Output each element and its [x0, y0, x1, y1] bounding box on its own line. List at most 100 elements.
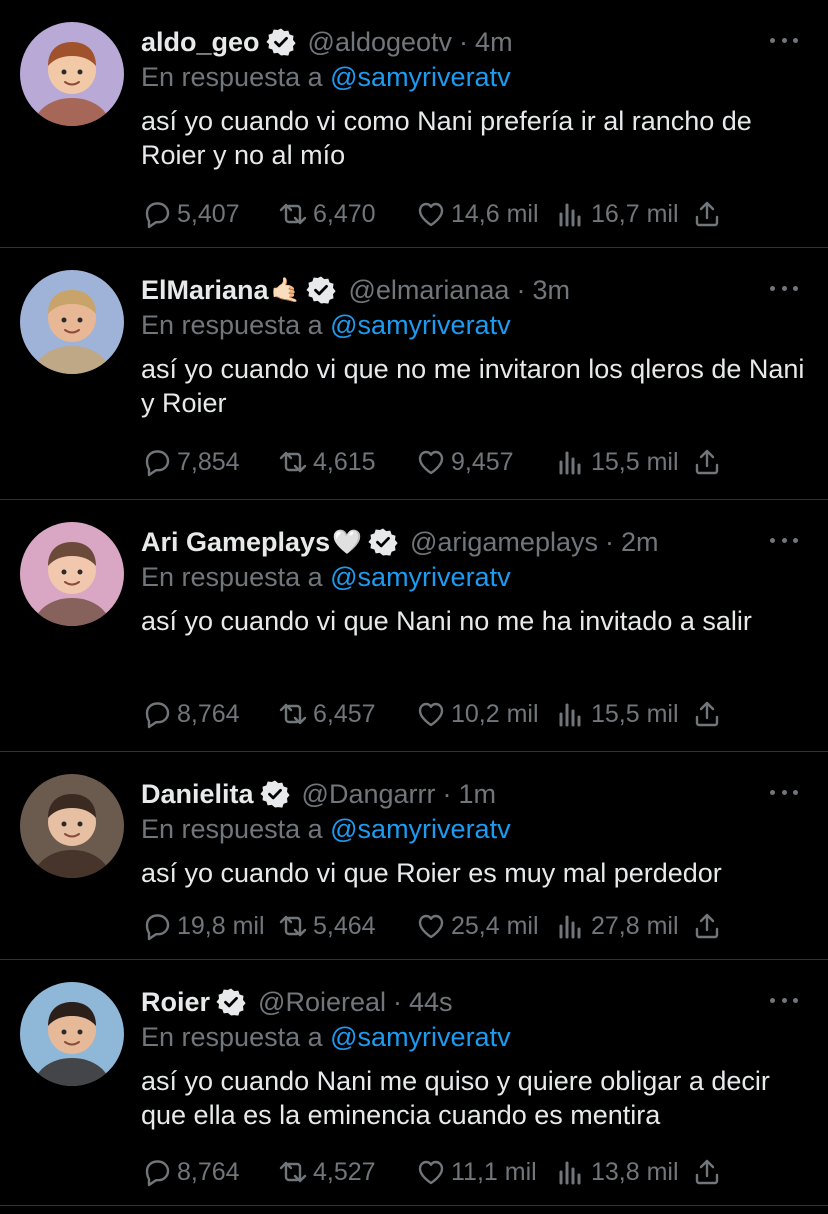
- views-icon: [555, 698, 587, 730]
- display-name[interactable]: Ari Gameplays: [141, 527, 330, 558]
- avatar[interactable]: [20, 270, 124, 374]
- reply-button[interactable]: 8,764: [141, 696, 240, 732]
- verified-badge-icon: [210, 987, 246, 1017]
- more-icon[interactable]: [770, 32, 798, 48]
- avatar[interactable]: [20, 22, 124, 126]
- handle[interactable]: @elmarianaa: [348, 275, 509, 306]
- share-icon: [691, 910, 723, 942]
- avatar[interactable]: [20, 982, 124, 1086]
- reply-button[interactable]: 7,854: [141, 444, 240, 480]
- timestamp[interactable]: 2m: [621, 527, 659, 558]
- share-button[interactable]: [691, 196, 723, 232]
- views-count: 27,8 mil: [591, 911, 679, 940]
- tweet-reply[interactable]: Ari Gameplays 🤍 @arigameplays · 2m En respues…: [0, 500, 828, 752]
- separator-dot: ·: [442, 778, 452, 809]
- like-button[interactable]: 25,4 mil: [415, 908, 539, 944]
- display-name[interactable]: Danielita: [141, 779, 254, 810]
- views-button[interactable]: 13,8 mil: [555, 1154, 679, 1190]
- views-button[interactable]: 15,5 mil: [555, 696, 679, 732]
- reply-icon: [141, 910, 173, 942]
- reply-mention-link[interactable]: @samyriveratv: [330, 1022, 510, 1052]
- reply-icon: [141, 198, 173, 230]
- views-icon: [555, 198, 587, 230]
- like-button[interactable]: 14,6 mil: [415, 196, 539, 232]
- more-icon[interactable]: [770, 784, 798, 800]
- like-icon: [415, 698, 447, 730]
- retweet-count: 6,470: [313, 199, 376, 228]
- avatar[interactable]: [20, 774, 124, 878]
- handle[interactable]: @aldogeotv: [308, 27, 453, 58]
- tweet-header: Ari Gameplays 🤍 @arigameplays · 2m: [141, 524, 808, 560]
- timestamp[interactable]: 3m: [532, 275, 570, 306]
- tweet-text: así yo cuando Nani me quiso y quiere obl…: [141, 1066, 770, 1130]
- retweet-count: 6,457: [313, 699, 376, 728]
- tweet-reply[interactable]: Roier @Roiereal · 44s En respuesta a @samyri…: [0, 960, 828, 1206]
- reply-context: En respuesta a @samyriveratv: [141, 308, 808, 342]
- display-name[interactable]: ElMariana: [141, 275, 269, 306]
- avatar[interactable]: [20, 522, 124, 626]
- reply-button[interactable]: 5,407: [141, 196, 240, 232]
- action-bar: 7,854 4,615 9,457 15,5 mil: [141, 444, 728, 480]
- like-button[interactable]: 9,457: [415, 444, 514, 480]
- more-icon[interactable]: [770, 280, 798, 296]
- tweet-reply[interactable]: Danielita @Dangarrr · 1m En respuesta a @sam…: [0, 752, 828, 960]
- reply-mention-link[interactable]: @samyriveratv: [330, 814, 510, 844]
- retweet-icon: [277, 1156, 309, 1188]
- share-button[interactable]: [691, 908, 723, 944]
- handle[interactable]: @arigameplays: [410, 527, 598, 558]
- share-icon: [691, 446, 723, 478]
- retweet-button[interactable]: 5,464: [277, 908, 376, 944]
- reply-button[interactable]: 8,764: [141, 1154, 240, 1190]
- reply-mention-link[interactable]: @samyriveratv: [330, 562, 510, 592]
- more-icon[interactable]: [770, 532, 798, 548]
- reply-prefix: En respuesta a: [141, 1022, 323, 1052]
- retweet-count: 4,615: [313, 447, 376, 476]
- share-button[interactable]: [691, 444, 723, 480]
- views-icon: [555, 446, 587, 478]
- retweet-button[interactable]: 4,527: [277, 1154, 376, 1190]
- reply-count: 19,8 mil: [177, 911, 265, 940]
- timestamp[interactable]: 44s: [409, 987, 453, 1018]
- retweet-count: 4,527: [313, 1157, 376, 1186]
- retweet-button[interactable]: 6,457: [277, 696, 376, 732]
- retweet-button[interactable]: 4,615: [277, 444, 376, 480]
- reply-button[interactable]: 19,8 mil: [141, 908, 265, 944]
- reply-count: 7,854: [177, 447, 240, 476]
- tweet-header: aldo_geo @aldogeotv · 4m: [141, 24, 808, 60]
- tweet-header: ElMariana 🤙🏻 @elmarianaa · 3m: [141, 272, 808, 308]
- action-bar: 8,764 4,527 11,1 mil 13,8 mil: [141, 1154, 728, 1190]
- tweet-reply[interactable]: ElMariana 🤙🏻 @elmarianaa · 3m En respuesta a …: [0, 248, 828, 500]
- display-name[interactable]: Roier: [141, 987, 210, 1018]
- more-icon[interactable]: [770, 992, 798, 1008]
- tweet-header: Roier @Roiereal · 44s: [141, 984, 808, 1020]
- separator-dot: ·: [516, 274, 526, 305]
- reply-mention-link[interactable]: @samyriveratv: [330, 62, 510, 92]
- views-button[interactable]: 27,8 mil: [555, 908, 679, 944]
- like-button[interactable]: 10,2 mil: [415, 696, 539, 732]
- name-emoji: 🤍: [332, 528, 362, 556]
- views-button[interactable]: 15,5 mil: [555, 444, 679, 480]
- share-button[interactable]: [691, 696, 723, 732]
- timestamp[interactable]: 4m: [475, 27, 513, 58]
- reply-count: 8,764: [177, 1157, 240, 1186]
- reply-count: 8,764: [177, 699, 240, 728]
- tweet-text: así yo cuando vi que Roier es muy mal pe…: [141, 858, 722, 888]
- tweet-content: Roier @Roiereal · 44s En respuesta a @samyri…: [141, 984, 808, 1132]
- separator-dot: ·: [393, 986, 402, 1017]
- handle[interactable]: @Dangarrr: [302, 779, 436, 810]
- reply-context: En respuesta a @samyriveratv: [141, 60, 808, 94]
- tweet-reply[interactable]: aldo_geo @aldogeotv · 4m En respuesta a @sam…: [0, 0, 828, 248]
- reply-mention-link[interactable]: @samyriveratv: [330, 310, 510, 340]
- tweet-content: aldo_geo @aldogeotv · 4m En respuesta a @sam…: [141, 24, 808, 172]
- handle[interactable]: @Roiereal: [258, 987, 386, 1018]
- verified-badge-icon: [254, 779, 290, 809]
- views-button[interactable]: 16,7 mil: [555, 196, 679, 232]
- tweet-content: ElMariana 🤙🏻 @elmarianaa · 3m En respuesta a …: [141, 272, 808, 420]
- like-button[interactable]: 11,1 mil: [415, 1154, 537, 1190]
- display-name[interactable]: aldo_geo: [141, 27, 260, 58]
- reply-count: 5,407: [177, 199, 240, 228]
- timestamp[interactable]: 1m: [459, 779, 497, 810]
- share-button[interactable]: [691, 1154, 723, 1190]
- retweet-button[interactable]: 6,470: [277, 196, 376, 232]
- views-icon: [555, 910, 587, 942]
